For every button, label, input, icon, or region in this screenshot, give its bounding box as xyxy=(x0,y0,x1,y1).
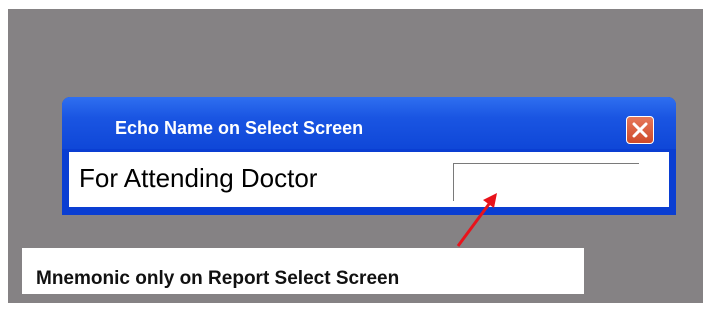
close-x-icon xyxy=(632,122,648,138)
dialog-client-area: For Attending Doctor xyxy=(69,152,669,207)
dialog-title: Echo Name on Select Screen xyxy=(115,118,364,138)
dialog-titlebar[interactable]: Echo Name on Select Screen xyxy=(62,97,676,149)
close-button[interactable] xyxy=(626,116,654,144)
echo-name-dialog: Echo Name on Select Screen For Attending… xyxy=(62,97,676,215)
annotation-text: Mnemonic only on Report Select Screen xyxy=(36,268,400,289)
attending-doctor-label: For Attending Doctor xyxy=(79,163,318,193)
red-arrow-icon xyxy=(456,193,497,247)
annotation-callout: Mnemonic only on Report Select Screen xyxy=(22,248,584,294)
